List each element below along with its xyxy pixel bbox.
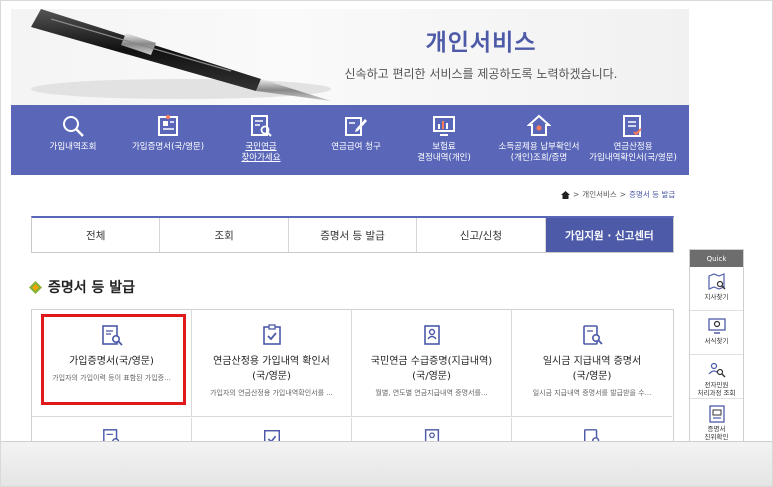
card-description: 월별, 연도별 연금지급내역 증명서를...	[375, 389, 488, 397]
breadcrumb-current: 증명서 등 발급	[629, 190, 676, 199]
card-pension-receipt[interactable]: 국민연금 수급증명(지급내역) (국/영문) 월별, 연도별 연금지급내역 증명…	[352, 310, 512, 417]
quick-menu-header: Quick	[690, 250, 743, 267]
document-search-icon	[251, 115, 272, 137]
service-item-premium-decision[interactable]: 보험료 결정내역(개인)	[409, 105, 479, 175]
map-search-icon	[707, 273, 725, 290]
house-icon	[527, 114, 551, 136]
card-description: 일시금 지급내역 증명서를 발급받을 수...	[532, 389, 652, 397]
pen-illustration	[31, 9, 331, 101]
page-subtitle: 신속하고 편리한 서비스를 제공하도록 노력하겠습니다.	[344, 67, 618, 81]
service-item-join-history-confirm[interactable]: 연금산정용 가입내역확인서(국/영문)	[583, 105, 683, 175]
tab-support-center[interactable]: 가입지원 · 신고센터	[545, 218, 674, 252]
service-label: 연금산정용 가입내역확인서(국/영문)	[589, 142, 677, 163]
card-title: 연금산정용 가입내역 확인서 (국/영문)	[213, 356, 330, 382]
people-search-icon	[708, 362, 725, 378]
certificate-check-icon	[708, 405, 725, 423]
service-item-find-pension[interactable]: 국민연금 찾아가세요	[226, 105, 296, 175]
doc-search-icon	[101, 325, 123, 346]
card-pension-join-history[interactable]: 연금산정용 가입내역 확인서 (국/영문) 가입자의 연금산정용 가입내역확인서…	[192, 310, 352, 417]
certificate-card-grid: 가입증명서(국/영문) 가입자의 가입이력 등이 표함된 가입증... 연금산정…	[31, 309, 674, 450]
service-label: 소득공제용 납부확인서 (개인)조회/증명	[498, 142, 580, 163]
service-item-join-history[interactable]: 가입내역조회	[41, 105, 105, 175]
service-menu-bar: 가입내역조회 가입증명서(국/영문) 국민연금 찾아가세요 연금급여 청구 보험…	[11, 105, 689, 175]
quick-item-e-complaint[interactable]: 전자민원 처리과정 조회	[690, 355, 743, 399]
edit-document-icon	[345, 117, 367, 136]
service-label: 보험료 결정내역(개인)	[417, 142, 471, 163]
home-icon[interactable]	[561, 190, 570, 199]
service-item-join-certificate[interactable]: 가입증명서(국/영문)	[123, 105, 213, 175]
section-title: 증명서 등 발급	[48, 280, 136, 296]
card-title: 국민연금 수급증명(지급내역) (국/영문)	[370, 356, 493, 382]
service-label: 연금급여 청구	[331, 142, 381, 152]
quick-item-label: 증명서 진위확인	[704, 425, 729, 441]
service-label: 국민연금 찾아가세요	[241, 142, 281, 163]
service-label: 가입내역조회	[49, 142, 97, 152]
breadcrumb-item[interactable]: 개인서비스	[582, 189, 617, 200]
bottom-strip	[1, 441, 772, 486]
quick-item-label: 지사찾기	[704, 293, 729, 301]
breadcrumb-separator: >	[573, 190, 580, 199]
card-join-certificate[interactable]: 가입증명서(국/영문) 가입자의 가입이력 등이 표함된 가입증...	[32, 310, 192, 417]
breadcrumb: > 개인서비스 > 증명서 등 발급	[561, 189, 675, 200]
card-lump-sum[interactable]: 일시금 지급내역 증명서 (국/영문) 일시금 지급내역 증명서를 발급받을 수…	[512, 310, 672, 417]
quick-item-branch-finder[interactable]: 지사찾기	[690, 267, 743, 311]
card-description: 가입자의 연금산정용 가입내역확인서를 ...	[210, 389, 333, 397]
diamond-bullet-icon	[29, 280, 42, 294]
breadcrumb-separator: >	[619, 190, 627, 199]
tab-certificate[interactable]: 증명서 등 발급	[289, 218, 418, 252]
certificate-icon	[158, 115, 178, 136]
category-tabs: 전체 조회 증명서 등 발급 신고/신청 가입지원 · 신고센터	[31, 216, 674, 253]
page-title: 개인서비스	[425, 30, 537, 56]
section-heading: 증명서 등 발급	[29, 277, 136, 297]
id-badge-icon	[423, 325, 440, 345]
monitor-search-icon	[707, 318, 726, 334]
service-label: 가입증명서(국/영문)	[131, 142, 205, 152]
quick-item-form-finder[interactable]: 서식찾기	[690, 311, 743, 355]
checklist-icon	[623, 115, 642, 137]
quick-item-label: 전자민원 처리과정 조회	[697, 381, 736, 397]
quick-item-certificate-verify[interactable]: 증명서 진위확인	[690, 399, 743, 443]
service-item-tax-deduction[interactable]: 소득공제용 납부확인서 (개인)조회/증명	[489, 105, 589, 175]
page-frame: 개인서비스 신속하고 편리한 서비스를 제공하도록 노력하겠습니다. 가입내역조…	[0, 0, 773, 487]
quick-menu: Quick 지사찾기 서식찾기 전자민원 처리과정 조회 증명서 진위확인	[689, 249, 744, 445]
card-title: 일시금 지급내역 증명서 (국/영문)	[542, 356, 642, 382]
quick-item-label: 서식찾기	[704, 337, 729, 345]
card-title: 가입증명서(국/영문)	[69, 356, 154, 367]
tab-all[interactable]: 전체	[32, 218, 161, 252]
tablet-search-icon	[583, 325, 603, 345]
tab-report[interactable]: 신고/신청	[417, 218, 546, 252]
clipboard-check-icon	[262, 324, 281, 345]
tab-inquiry[interactable]: 조회	[160, 218, 289, 252]
monitor-icon	[433, 116, 455, 136]
card-description: 가입자의 가입이력 등이 표함된 가입증...	[52, 374, 171, 382]
hero-banner: 개인서비스 신속하고 편리한 서비스를 제공하도록 노력하겠습니다.	[11, 9, 689, 105]
service-item-pension-claim[interactable]: 연금급여 청구	[316, 105, 396, 175]
magnifier-icon	[63, 116, 84, 137]
